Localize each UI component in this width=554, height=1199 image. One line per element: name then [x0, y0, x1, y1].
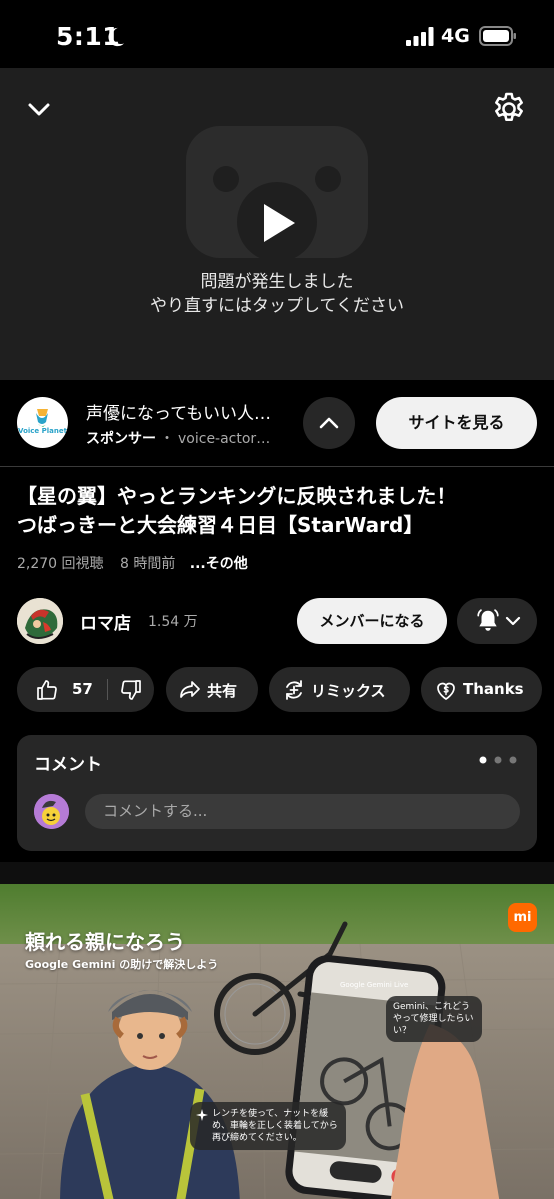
join-membership-button[interactable]: メンバーになる — [297, 598, 447, 644]
sponsored-ad[interactable]: Voice Planet 声優になってもいい人… スポンサー・ voice-act… — [0, 380, 554, 466]
carousel-dots-icon — [479, 756, 517, 764]
ad-subtitle: スポンサー・ voice-actor… — [86, 428, 294, 448]
upload-age: 8 時間前 — [119, 556, 176, 572]
description-more-link[interactable]: ...その他 — [190, 556, 248, 572]
error-line-1: 問題が発生しました — [200, 272, 354, 292]
chevron-down-icon — [505, 616, 521, 626]
sparkle-icon — [196, 1109, 208, 1121]
error-message[interactable]: 問題が発生しました やり直すにはタップしてください — [0, 270, 554, 318]
advertiser-logo-text: Voice Planet — [18, 427, 67, 435]
sponsor-label: スポンサー — [86, 431, 156, 447]
thanks-label: Thanks — [463, 680, 524, 698]
comments-panel[interactable]: コメント コメントする... — [17, 735, 537, 851]
gemini-question-bubble: Gemini、これどうやって修理したらいい？ — [386, 996, 482, 1042]
network-label: 4G — [441, 25, 470, 47]
like-divider — [107, 679, 108, 700]
remix-button[interactable]: リミックス — [269, 667, 410, 712]
banner-headline: 頼れる親になろう — [25, 930, 185, 954]
minimize-chevron-icon[interactable] — [24, 94, 54, 124]
bell-icon — [477, 609, 499, 631]
voice-planet-logo-icon — [36, 409, 48, 427]
video-metadata[interactable]: 2,270 回視聴 8 時間前 ...その他 — [17, 553, 248, 573]
ad-title[interactable]: 声優になってもいい人… — [86, 399, 294, 424]
section-gap — [0, 862, 554, 884]
gemini-answer-text: レンチを使って、ナットを緩め、車輪を正しく装着してから再び締めてください。 — [212, 1109, 338, 1143]
like-count[interactable]: 57 — [72, 680, 93, 698]
thumbs-up-icon[interactable] — [35, 678, 59, 702]
gemini-answer-bubble: レンチを使って、ナットを緩め、車輪を正しく装着してから再び締めてください。 — [190, 1102, 346, 1150]
comment-input[interactable]: コメントする... — [85, 794, 520, 829]
ad-expand-button[interactable] — [303, 397, 355, 449]
xiaomi-logo: mi — [508, 903, 537, 932]
share-arrow-icon — [180, 681, 200, 698]
channel-avatar-image — [17, 598, 63, 644]
thumbs-down-icon[interactable] — [119, 678, 143, 702]
comments-title: コメント — [34, 755, 102, 775]
channel-name[interactable]: ロマ店 — [80, 609, 131, 634]
advertiser-logo[interactable]: Voice Planet — [17, 397, 68, 448]
status-bar: 5:11 4G — [0, 0, 554, 68]
share-label: 共有 — [207, 682, 238, 700]
thanks-button[interactable]: Thanks — [421, 667, 542, 712]
phone-screen-title: Google Gemini Live — [340, 981, 409, 989]
divider — [0, 466, 554, 467]
error-line-2: やり直すにはタップしてください — [150, 296, 404, 316]
view-count: 2,270 回視聴 — [17, 556, 104, 572]
video-title-line-1: 【星の翼】やっとランキングに反映されました！ — [17, 484, 457, 508]
video-title-line-2: つばっきーと大会練習４日目【StarWard】 — [17, 513, 424, 537]
share-button[interactable]: 共有 — [166, 667, 258, 712]
battery-icon — [479, 26, 516, 46]
sad-play-logo-icon[interactable] — [186, 126, 368, 258]
sponsor-separator: ・ — [160, 431, 174, 447]
video-player[interactable]: 問題が発生しました やり直すにはタップしてください — [0, 68, 554, 380]
ad-domain: voice-actor… — [178, 431, 271, 447]
notification-bell-button[interactable] — [457, 598, 537, 644]
settings-gear-icon[interactable] — [490, 90, 528, 128]
visit-site-button[interactable]: サイトを見る — [376, 397, 537, 449]
video-title[interactable]: 【星の翼】やっとランキングに反映されました！ つばっきーと大会練習４日目【Sta… — [17, 482, 537, 540]
user-avatar-image — [34, 794, 69, 829]
signal-icon — [406, 27, 434, 46]
banner-subtitle: Google Gemini の助けで解決しよう — [25, 958, 219, 971]
moon-icon — [108, 27, 125, 47]
subscriber-count: 1.54 万 — [148, 614, 198, 630]
remix-icon — [286, 680, 302, 700]
chevron-up-icon — [319, 417, 339, 429]
banner-ad[interactable]: 頼れる親になろう Google Gemini の助けで解決しよう mi Goog… — [0, 884, 554, 1199]
like-dislike-group: 57 — [17, 667, 154, 712]
user-avatar — [34, 794, 69, 829]
heart-dollar-icon — [437, 682, 455, 700]
remix-label: リミックス — [311, 682, 386, 700]
channel-avatar[interactable] — [17, 598, 63, 644]
